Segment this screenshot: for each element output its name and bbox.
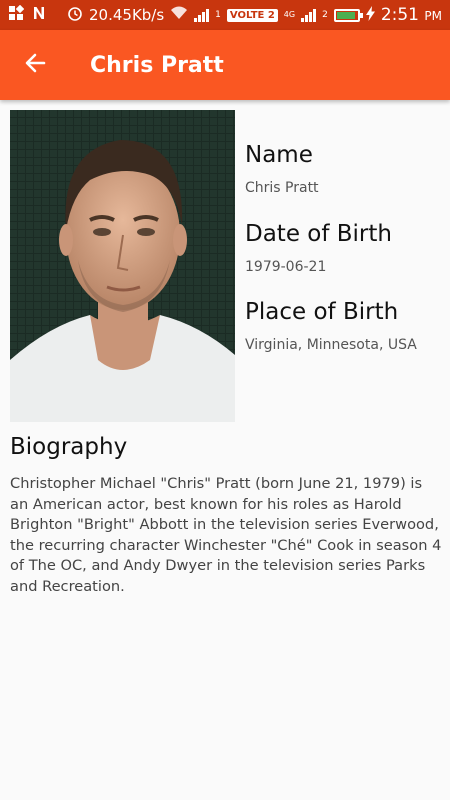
biography-heading: Biography bbox=[10, 434, 128, 460]
pob-label: Place of Birth bbox=[245, 299, 399, 325]
sim-slot-2: 2 bbox=[322, 10, 328, 20]
n-notification-icon bbox=[32, 6, 46, 24]
network-type: 4G bbox=[283, 10, 296, 19]
alarm-icon bbox=[67, 5, 83, 25]
status-left bbox=[8, 4, 46, 25]
dob-label: Date of Birth bbox=[245, 221, 392, 247]
sim-slot-1: 1 bbox=[215, 10, 221, 20]
arrow-back-icon bbox=[24, 52, 46, 78]
name-value: Chris Pratt bbox=[245, 180, 319, 196]
wifi-icon bbox=[170, 6, 188, 24]
volte-badge: VOLTE 2 bbox=[226, 8, 278, 22]
pob-value: Virginia, Minnesota, USA bbox=[245, 337, 417, 353]
app-bar: Chris Pratt bbox=[0, 30, 450, 100]
signal-strength-icon-2 bbox=[301, 8, 317, 22]
signal-strength-icon-1 bbox=[194, 8, 210, 22]
charging-icon bbox=[365, 5, 375, 25]
status-bar: 20.45Kb/s 1 VOLTE 2 4G 2 2:51 PM bbox=[0, 0, 450, 30]
page-title: Chris Pratt bbox=[90, 52, 224, 78]
dob-value: 1979-06-21 bbox=[245, 259, 327, 275]
name-label: Name bbox=[245, 142, 313, 168]
profile-photo bbox=[10, 110, 235, 422]
clock: 2:51 PM bbox=[380, 5, 442, 25]
battery-icon bbox=[333, 8, 363, 22]
status-right: 20.45Kb/s 1 VOLTE 2 4G 2 2:51 PM bbox=[67, 5, 442, 25]
apps-icon bbox=[8, 4, 25, 25]
person-details: Name Chris Pratt Date of Birth 1979-06-2… bbox=[0, 100, 450, 800]
network-speed: 20.45Kb/s bbox=[89, 6, 165, 24]
biography-text: Christopher Michael "Chris" Pratt (born … bbox=[10, 475, 442, 595]
info-column: Name Chris Pratt Date of Birth 1979-06-2… bbox=[245, 140, 440, 355]
back-button[interactable] bbox=[0, 30, 70, 100]
